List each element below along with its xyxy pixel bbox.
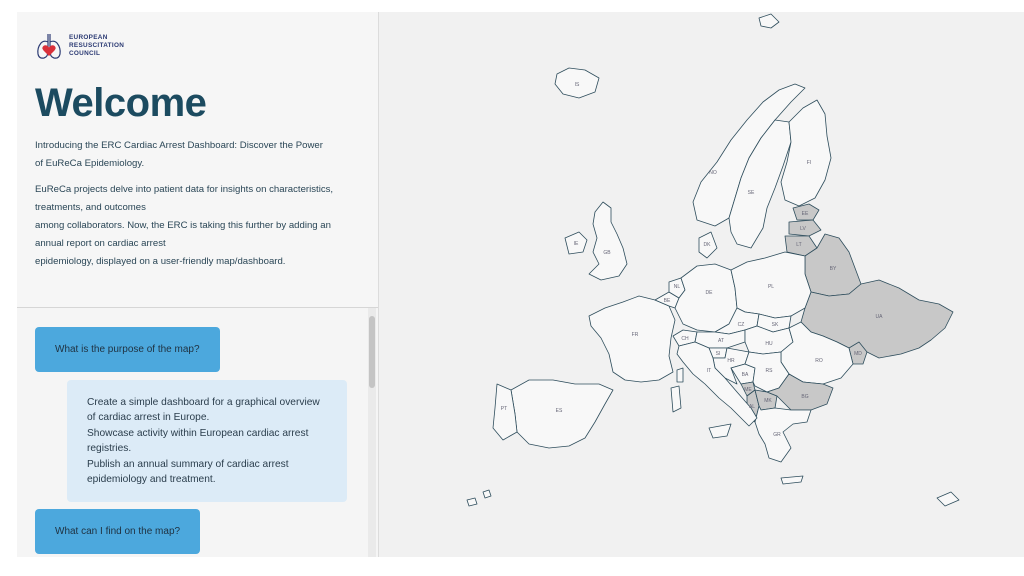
country-label: IE bbox=[574, 241, 579, 247]
intro-paragraph-2-line: annual report on cardiac arrest bbox=[35, 238, 166, 249]
map-canvas[interactable]: IS NO SE FI EE LV LT BY UA MD IE GB FR E… bbox=[379, 12, 1024, 557]
country-label: EE bbox=[802, 211, 809, 217]
country-label: NL bbox=[674, 284, 681, 290]
country-label: FI bbox=[807, 160, 811, 166]
intro-paragraph-2: EuReCa projects delve into patient data … bbox=[35, 181, 360, 271]
logo-line-2: RESUSCITATION bbox=[69, 42, 125, 49]
country-label: FR bbox=[632, 332, 639, 338]
country-label: IT bbox=[707, 368, 711, 374]
intro-paragraph-2-line: epidemiology, displayed on a user-friend… bbox=[35, 256, 286, 267]
island-canary[interactable] bbox=[482, 489, 492, 499]
page-title: Welcome bbox=[35, 81, 207, 125]
country-label: DE bbox=[706, 290, 714, 296]
dashboard-app: EUROPEAN RESUSCITATION COUNCIL Welcome I… bbox=[17, 12, 1024, 557]
country-label: BG bbox=[801, 394, 808, 400]
country-label: LT bbox=[796, 242, 801, 248]
intro-paragraph-2-line: EuReCa projects delve into patient data … bbox=[35, 184, 334, 195]
faq-list: What is the purpose of the map? Create a… bbox=[17, 308, 378, 555]
country-label: DK bbox=[704, 242, 712, 248]
country-label: LV bbox=[800, 226, 806, 232]
logo-line-1: EUROPEAN bbox=[69, 34, 108, 41]
country-label: PT bbox=[501, 406, 507, 412]
country-label: HR bbox=[727, 358, 735, 364]
country-es[interactable] bbox=[510, 379, 614, 449]
island-corsica[interactable] bbox=[676, 367, 684, 383]
faq-question-button[interactable]: What is the purpose of the map? bbox=[35, 327, 220, 372]
intro-paragraph-2-line: treatments, and outcomes bbox=[35, 202, 146, 213]
country-label: GB bbox=[603, 250, 611, 256]
country-label: GR bbox=[773, 432, 781, 438]
country-label: SE bbox=[748, 190, 755, 196]
country-label: AL bbox=[749, 404, 755, 410]
island-svalbard[interactable] bbox=[758, 13, 780, 29]
country-label: BA bbox=[742, 372, 749, 378]
country-label: SK bbox=[772, 322, 779, 328]
country-gr[interactable] bbox=[754, 405, 812, 463]
faq-answer-line: Create a simple dashboard for a graphica… bbox=[87, 397, 320, 408]
country-label: UA bbox=[876, 314, 884, 320]
intro-paragraph-1-line: of EuReCa Epidemiology. bbox=[35, 158, 145, 169]
left-panel: EUROPEAN RESUSCITATION COUNCIL Welcome I… bbox=[17, 12, 379, 557]
country-label: MK bbox=[764, 398, 772, 404]
erc-logo[interactable]: EUROPEAN RESUSCITATION COUNCIL bbox=[35, 29, 360, 63]
intro-section: EUROPEAN RESUSCITATION COUNCIL Welcome I… bbox=[17, 12, 378, 308]
intro-paragraph-1: Introducing the ERC Cardiac Arrest Dashb… bbox=[35, 137, 360, 173]
faq-panel[interactable]: What is the purpose of the map? Create a… bbox=[17, 308, 378, 557]
island-crete[interactable] bbox=[780, 475, 804, 485]
country-label: SI bbox=[716, 351, 721, 357]
country-label: BY bbox=[830, 266, 837, 272]
faq-question-button[interactable]: What can I find on the map? bbox=[35, 509, 201, 555]
faq-answer: Create a simple dashboard for a graphica… bbox=[67, 380, 347, 503]
country-label: BE bbox=[664, 298, 671, 304]
faq-answer-line: registries. bbox=[87, 443, 132, 455]
country-fi[interactable] bbox=[780, 99, 832, 207]
lungs-heart-icon bbox=[37, 34, 61, 59]
country-label: MD bbox=[854, 351, 862, 357]
faq-answer-line: Publish an annual summary of cardiac arr… bbox=[87, 458, 289, 470]
europe-map[interactable]: IS NO SE FI EE LV LT BY UA MD IE GB FR E… bbox=[379, 12, 1024, 557]
faq-answer-line: of cardiac arrest in Europe. bbox=[87, 412, 210, 424]
country-label: ES bbox=[556, 408, 563, 414]
island-canary[interactable] bbox=[466, 497, 478, 507]
intro-paragraph-1-line: Introducing the ERC Cardiac Arrest Dashb… bbox=[35, 140, 323, 151]
country-label: PL bbox=[768, 284, 774, 290]
intro-paragraph-2-line: among collaborators. Now, the ERC is tak… bbox=[35, 220, 331, 231]
country-label: NO bbox=[709, 170, 717, 176]
faq-answer-line: Showcase activity within European cardia… bbox=[87, 427, 309, 439]
country-label: AT bbox=[718, 338, 724, 344]
country-fr[interactable] bbox=[588, 295, 676, 383]
faq-scrollbar[interactable] bbox=[368, 308, 376, 557]
country-label: RO bbox=[815, 358, 823, 364]
island-sardinia[interactable] bbox=[670, 385, 682, 413]
scrollbar-thumb[interactable] bbox=[369, 316, 375, 388]
country-label: RS bbox=[766, 368, 774, 374]
island-sicily[interactable] bbox=[708, 423, 732, 439]
island-cyprus[interactable] bbox=[936, 491, 960, 507]
country-label: CH bbox=[681, 336, 689, 342]
faq-answer-line: epidemiology and treatment. bbox=[87, 474, 216, 486]
country-label: IS bbox=[575, 82, 580, 88]
country-label: HU bbox=[765, 341, 773, 347]
country-label: CZ bbox=[738, 322, 745, 328]
logo-wordmark: EUROPEAN RESUSCITATION COUNCIL bbox=[69, 34, 124, 58]
country-gb[interactable] bbox=[588, 201, 628, 281]
country-label: ME bbox=[744, 387, 752, 393]
country-de[interactable] bbox=[674, 263, 738, 333]
logo-line-3: COUNCIL bbox=[69, 50, 101, 57]
